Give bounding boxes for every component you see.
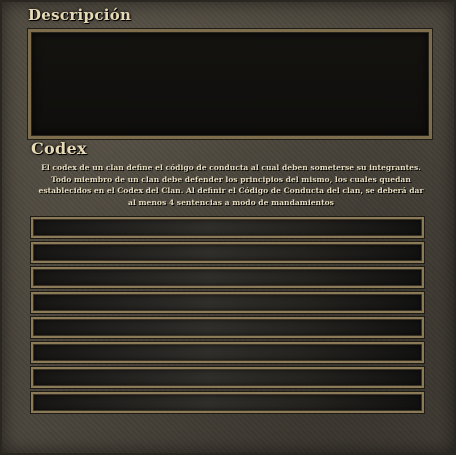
codex-rule-field-8[interactable] [30, 391, 425, 414]
codex-rule-field-7[interactable] [30, 366, 425, 389]
codex-instructions: El codex de un clan define el código de … [38, 163, 424, 207]
description-input[interactable] [27, 28, 433, 140]
codex-rule-field-2[interactable] [30, 241, 425, 264]
codex-rule-field-3[interactable] [30, 266, 425, 289]
codex-rule-field-1[interactable] [30, 216, 425, 239]
clan-details-panel: Descripción Codex El codex de un clan de… [0, 0, 456, 455]
codex-rule-field-5[interactable] [30, 316, 425, 339]
description-title: Descripción [28, 6, 132, 24]
codex-rule-field-4[interactable] [30, 291, 425, 314]
codex-title: Codex [31, 139, 87, 158]
codex-rule-field-6[interactable] [30, 341, 425, 364]
